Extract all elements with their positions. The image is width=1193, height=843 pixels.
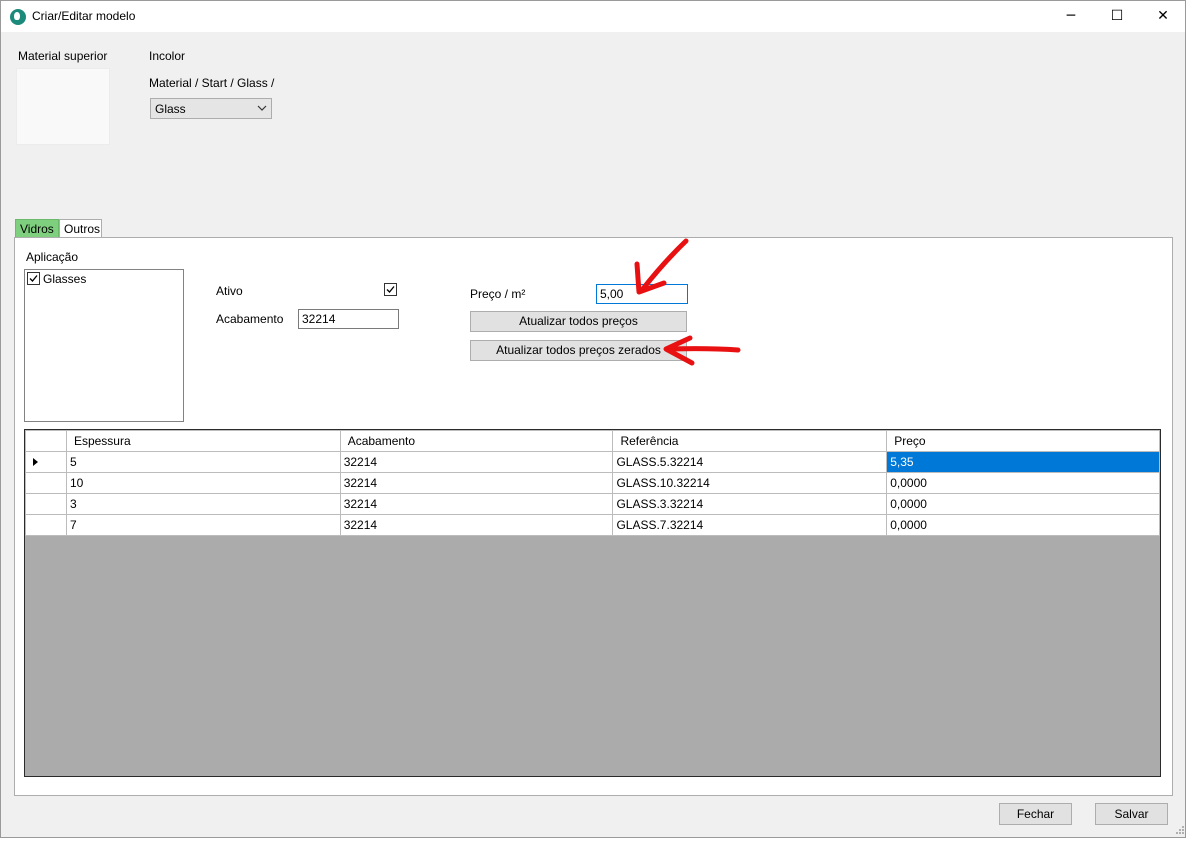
material-select-value: Glass [155,102,186,116]
prices-grid[interactable]: Espessura Acabamento Referência Preço 5 … [24,429,1161,777]
material-name: Incolor [149,49,186,63]
aplicacao-label: Aplicação [26,250,79,264]
row-header-cell[interactable] [25,451,67,473]
edit-model-window: Criar/Editar modelo ─ ☐ ✕ Material super… [0,0,1186,838]
check-icon [29,275,38,282]
table-row[interactable]: 5 32214 GLASS.5.32214 5,35 [25,451,1160,473]
tab-outros[interactable]: Outros [59,219,102,238]
check-icon [386,286,395,293]
cell-referencia[interactable]: GLASS.10.32214 [612,472,888,494]
grid-header-row: Espessura Acabamento Referência Preço [25,430,1160,452]
cell-acabamento[interactable]: 32214 [339,451,614,473]
atualizar-todos-precos-button[interactable]: Atualizar todos preços [470,311,687,332]
tab-vidros[interactable]: Vidros [15,219,59,238]
material-path: Material / Start / Glass / [149,76,275,90]
grid-corner-cell [25,430,67,452]
atualizar-precos-zerados-button[interactable]: Atualizar todos preços zerados [470,340,687,361]
glasses-checkbox[interactable] [27,272,40,285]
column-header-espessura[interactable]: Espessura [65,430,341,452]
ativo-label: Ativo [216,284,243,298]
cell-espessura[interactable]: 7 [65,514,341,536]
app-logo-icon [10,9,26,25]
resize-grip-icon[interactable] [1173,825,1185,837]
cell-referencia[interactable]: GLASS.7.32214 [612,514,888,536]
glasses-item-label: Glasses [43,272,87,286]
material-superior-label: Material superior [18,49,108,63]
cell-espessura[interactable]: 5 [65,451,341,473]
cell-referencia[interactable]: GLASS.3.32214 [612,493,888,515]
aplicacao-checklist[interactable]: Glasses [24,269,184,422]
table-row[interactable]: 7 32214 GLASS.7.32214 0,0000 [25,514,1160,536]
cell-espessura[interactable]: 3 [65,493,341,515]
maximize-button[interactable]: ☐ [1094,1,1140,32]
acabamento-label: Acabamento [216,312,284,326]
preco-input[interactable]: 5,00 [596,284,688,304]
column-header-referencia[interactable]: Referência [612,430,888,452]
cell-referencia[interactable]: GLASS.5.32214 [612,451,888,473]
ativo-checkbox[interactable] [384,283,397,296]
acabamento-input[interactable]: 32214 [298,309,399,329]
chevron-down-icon [257,105,267,111]
prices-table: Espessura Acabamento Referência Preço 5 … [25,430,1160,536]
cell-preco[interactable]: 0,0000 [886,514,1160,536]
table-row[interactable]: 10 32214 GLASS.10.32214 0,0000 [25,472,1160,494]
cell-preco[interactable]: 5,35 [886,451,1160,473]
table-row[interactable]: 3 32214 GLASS.3.32214 0,0000 [25,493,1160,515]
row-header-cell[interactable] [25,493,67,515]
material-select[interactable]: Glass [150,98,272,119]
material-preview-image [16,68,110,145]
window-title: Criar/Editar modelo [32,9,136,23]
cell-acabamento[interactable]: 32214 [339,493,614,515]
current-row-arrow-icon [33,458,38,466]
close-button[interactable]: ✕ [1140,1,1186,32]
salvar-button[interactable]: Salvar [1095,803,1168,825]
cell-espessura[interactable]: 10 [65,472,341,494]
cell-acabamento[interactable]: 32214 [339,472,614,494]
row-header-cell[interactable] [25,472,67,494]
row-header-cell[interactable] [25,514,67,536]
fechar-button[interactable]: Fechar [999,803,1072,825]
column-header-preco[interactable]: Preço [886,430,1160,452]
cell-acabamento[interactable]: 32214 [339,514,614,536]
minimize-button[interactable]: ─ [1048,1,1094,32]
preco-label: Preço / m² [470,287,526,301]
cell-preco[interactable]: 0,0000 [886,493,1160,515]
cell-preco[interactable]: 0,0000 [886,472,1160,494]
column-header-acabamento[interactable]: Acabamento [339,430,614,452]
title-bar: Criar/Editar modelo ─ ☐ ✕ [1,1,1185,32]
